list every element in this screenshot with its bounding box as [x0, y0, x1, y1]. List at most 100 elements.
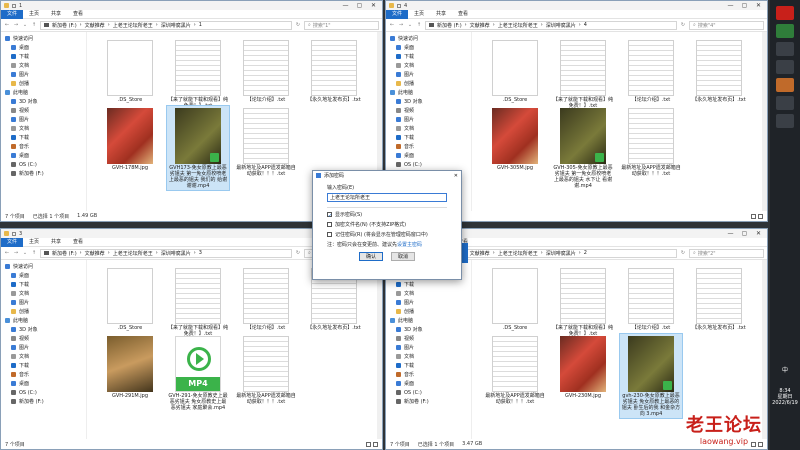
- sidebar-item[interactable]: 文档: [390, 352, 471, 361]
- app-icon[interactable]: [776, 6, 794, 20]
- sidebar-item[interactable]: 新加卷 (F:): [390, 397, 471, 406]
- refresh-icon[interactable]: ↻: [295, 22, 301, 28]
- sidebar-item[interactable]: 此电脑: [390, 88, 471, 97]
- file-item[interactable]: GVH-291M.jpg: [99, 334, 161, 400]
- sidebar-item[interactable]: 下载: [390, 52, 471, 61]
- sidebar-item[interactable]: 文档: [5, 61, 86, 70]
- confirm-button[interactable]: 确认: [359, 252, 383, 261]
- tab-share[interactable]: 共享: [430, 10, 452, 19]
- sidebar-item[interactable]: 3D 对象: [390, 97, 471, 106]
- sidebar-item[interactable]: 快速访问: [390, 34, 471, 43]
- sidebar-item[interactable]: 视频: [390, 334, 471, 343]
- tab-home[interactable]: 主页: [23, 10, 45, 19]
- breadcrumb-item[interactable]: 深圳啡腐黑片: [546, 250, 576, 257]
- file-item[interactable]: .DS_Store: [99, 38, 161, 104]
- sidebar-item[interactable]: 下载: [5, 280, 86, 289]
- maximize-icon[interactable]: ▢: [739, 230, 750, 237]
- breadcrumb-item[interactable]: 新加卷 (F:): [52, 22, 77, 29]
- breadcrumb-item[interactable]: 上老王论坛所老王: [498, 250, 538, 257]
- app-icon[interactable]: [776, 78, 794, 92]
- file-item[interactable]: 最新地址及APP遗发邮箱自动获取！！！.txt: [620, 106, 682, 178]
- back-icon[interactable]: ←: [4, 22, 10, 28]
- tab-share[interactable]: 共享: [45, 10, 67, 19]
- sidebar-item[interactable]: 快速访问: [5, 262, 86, 271]
- sidebar-item[interactable]: 下载: [390, 133, 471, 142]
- breadcrumb[interactable]: 新加卷 (F:) › 文献推荐 › 上老王论坛所老王 › 深圳啡腐黑片 › 4: [425, 20, 677, 30]
- file-item[interactable]: .DS_Store: [99, 266, 161, 332]
- encrypt-filename-checkbox[interactable]: 加密文件名(N) (不支持ZIP格式): [327, 221, 447, 228]
- file-item[interactable]: GVH-178M.jpg: [99, 106, 161, 172]
- sidebar-item[interactable]: OS (C:): [390, 160, 471, 169]
- file-item[interactable]: 最新地址及APP遗发邮箱自动获取！！！.txt: [235, 334, 297, 406]
- maximize-icon[interactable]: ▢: [739, 2, 750, 9]
- minimize-icon[interactable]: —: [340, 2, 351, 9]
- search-input[interactable]: ⌕ 搜索"2": [689, 248, 764, 258]
- refresh-icon[interactable]: ↻: [295, 250, 301, 256]
- clock[interactable]: 8:34 星期日 2022/6/19: [770, 388, 800, 406]
- maximize-icon[interactable]: ▢: [354, 2, 365, 9]
- breadcrumb[interactable]: 新加卷 (F:) › 文献推荐 › 上老王论坛所老王 › 深圳啡腐黑片 › 1: [40, 20, 292, 30]
- file-item[interactable]: GVH173-免女原教上最恶劣姐夫 第一免女原校喷老上最恶的姐夫 我们的 给谢谢…: [166, 105, 230, 191]
- tab-view[interactable]: 查看: [67, 10, 89, 19]
- file-item[interactable]: 最新地址及APP遗发邮箱自动获取！！！.txt: [235, 106, 297, 178]
- forward-icon[interactable]: →: [13, 250, 19, 256]
- sidebar-item[interactable]: 图片: [5, 343, 86, 352]
- sidebar-item[interactable]: 下载: [5, 52, 86, 61]
- sidebar-item[interactable]: 图片: [5, 298, 86, 307]
- sidebar-item[interactable]: 文档: [390, 289, 471, 298]
- sidebar-item[interactable]: 文档: [5, 352, 86, 361]
- sidebar-item[interactable]: 桌面: [390, 379, 471, 388]
- file-item[interactable]: 【来了就能下载和观看】纯免费！】.txt: [167, 266, 229, 338]
- file-item[interactable]: MP4 GVH-291-免女原教史上最恶劣姐夫 免女原教史上最恶劣姐夫 家庭聚会.…: [167, 334, 229, 412]
- sidebar-item[interactable]: 此电脑: [5, 88, 86, 97]
- file-item[interactable]: GVH-305-免女原教上最恶劣姐夫 第一免女原校喷老上最恶的姐夫 水下让 看谢…: [552, 106, 614, 190]
- breadcrumb-item[interactable]: 深圳啡腐黑片: [161, 22, 191, 29]
- sidebar-item[interactable]: 桌面: [390, 43, 471, 52]
- sidebar-item[interactable]: 图片: [5, 115, 86, 124]
- sidebar-item[interactable]: 桌面: [5, 43, 86, 52]
- app-icon[interactable]: [776, 60, 794, 74]
- tab-share[interactable]: 共享: [45, 238, 67, 247]
- search-input[interactable]: ⌕ 搜索"1": [304, 20, 379, 30]
- file-item[interactable]: 最新地址及APP遗发邮箱自动获取！！！.txt: [484, 334, 546, 406]
- password-input[interactable]: 上老王论坛所老王: [327, 193, 447, 202]
- sidebar-item[interactable]: 3D 对象: [5, 325, 86, 334]
- sidebar-item[interactable]: 创播: [5, 79, 86, 88]
- sidebar-item[interactable]: 3D 对象: [5, 97, 86, 106]
- sidebar-item[interactable]: 视频: [390, 106, 471, 115]
- sidebar-item[interactable]: 音乐: [390, 142, 471, 151]
- sidebar-item[interactable]: 新加卷 (F:): [5, 169, 86, 178]
- file-item[interactable]: GVH-305M.jpg: [484, 106, 546, 172]
- tab-view[interactable]: 查看: [452, 10, 474, 19]
- sidebar-item[interactable]: OS (C:): [5, 388, 86, 397]
- scrollbar[interactable]: [762, 32, 767, 211]
- sidebar-item[interactable]: 音乐: [5, 142, 86, 151]
- details-view-icon[interactable]: [751, 213, 756, 219]
- remember-password-checkbox[interactable]: 记住密码(R) (将会显示在管理密码窗口中): [327, 231, 447, 238]
- sidebar-item[interactable]: 视频: [5, 106, 86, 115]
- breadcrumb-item[interactable]: 新加卷 (F:): [52, 250, 77, 257]
- tab-home[interactable]: 主页: [408, 10, 430, 19]
- up-icon[interactable]: ↑: [31, 250, 37, 256]
- sidebar-item[interactable]: 图片: [5, 70, 86, 79]
- breadcrumb-item[interactable]: 新加卷 (F:): [437, 22, 462, 29]
- scrollbar[interactable]: [762, 260, 767, 439]
- up-icon[interactable]: ↑: [31, 22, 37, 28]
- file-item[interactable]: 【永久地址发布页】.txt: [303, 38, 365, 104]
- file-item[interactable]: 【论坛介绍】.txt: [235, 38, 297, 104]
- up-icon[interactable]: ↑: [416, 22, 422, 28]
- refresh-icon[interactable]: ↻: [680, 22, 686, 28]
- minimize-icon[interactable]: —: [725, 2, 736, 9]
- back-icon[interactable]: ←: [389, 22, 395, 28]
- cancel-button[interactable]: 取消: [391, 252, 415, 261]
- breadcrumb-item[interactable]: 深圳啡腐黑片: [161, 250, 191, 257]
- sidebar-item[interactable]: OS (C:): [390, 388, 471, 397]
- file-item[interactable]: 【永久地址发布页】.txt: [688, 38, 750, 104]
- tab-view[interactable]: 查看: [67, 238, 89, 247]
- breadcrumb-item[interactable]: 3: [199, 250, 202, 256]
- breadcrumb[interactable]: 新加卷 (F:) › 文献推荐 › 上老王论坛所老王 › 深圳啡腐黑片 › 3: [40, 248, 292, 258]
- sidebar-item[interactable]: 下载: [5, 361, 86, 370]
- sidebar-item[interactable]: 图片: [390, 298, 471, 307]
- sidebar-item[interactable]: 3D 对象: [390, 325, 471, 334]
- sidebar-item[interactable]: OS (C:): [5, 160, 86, 169]
